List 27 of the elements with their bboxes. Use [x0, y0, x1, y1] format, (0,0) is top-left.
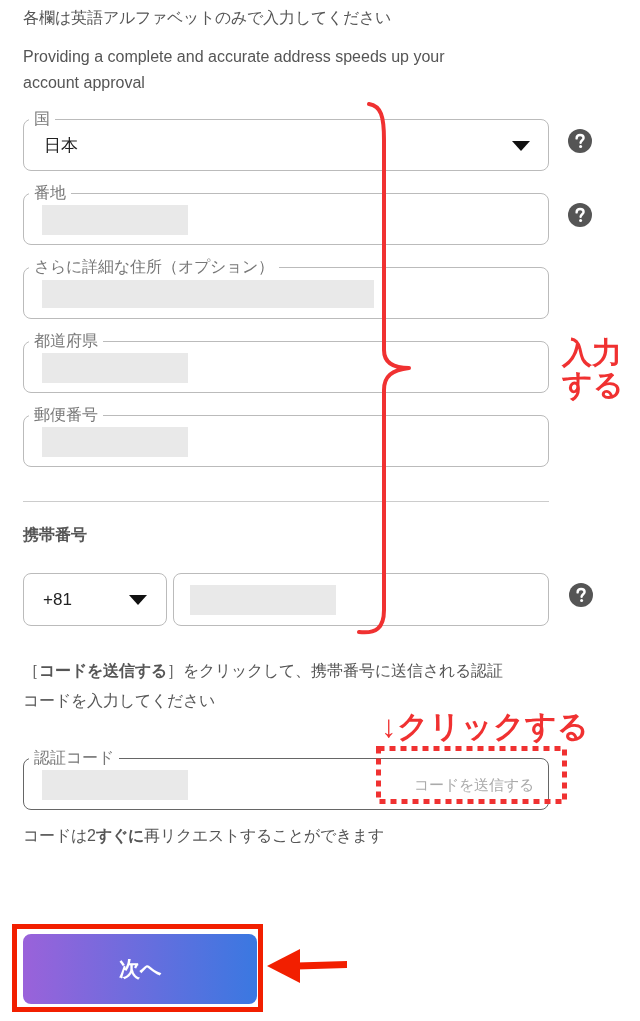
- help-icon[interactable]: [569, 583, 593, 607]
- caret-icon: [512, 141, 530, 151]
- resend-note: コードは2すぐに再リクエストすることができます: [23, 826, 384, 846]
- field-label: 都道府県: [33, 331, 99, 351]
- input-field[interactable]: 番地: [23, 183, 549, 245]
- country-code-select[interactable]: +81: [23, 573, 167, 626]
- field-label: 郵便番号: [33, 405, 99, 425]
- section-heading: 携帯番号: [23, 525, 87, 545]
- field-label: さらに詳細な住所（オプション）: [33, 257, 275, 277]
- field-label: 認証コード: [33, 748, 115, 768]
- address-tip-text: Providing a complete and accurate address speeds up your account approval: [23, 47, 446, 93]
- instruction-text: 各欄は英語アルファベットのみで入力してください: [23, 8, 391, 28]
- country-select[interactable]: 国 日本: [23, 109, 549, 171]
- code-input-field[interactable]: 認証コード コードを送信する: [23, 748, 549, 810]
- phone-input-field[interactable]: [173, 573, 549, 626]
- annotation-label: 入力する: [562, 337, 624, 401]
- field-label: 国: [33, 109, 51, 129]
- help-icon[interactable]: [568, 203, 592, 227]
- next-button[interactable]: 次へ: [23, 934, 257, 1004]
- input-field[interactable]: 都道府県: [23, 331, 549, 393]
- field-label: 番地: [33, 183, 67, 203]
- input-field[interactable]: さらに詳細な住所（オプション）: [23, 257, 549, 319]
- annotation-label: ↓クリックする: [381, 712, 589, 742]
- caret-icon: [129, 594, 147, 605]
- instruction-text: ［コードを送信する］をクリックして、携帯番号に送信される認証コードを入力してください: [23, 661, 504, 711]
- input-field[interactable]: 郵便番号: [23, 405, 549, 467]
- help-icon[interactable]: [568, 129, 592, 153]
